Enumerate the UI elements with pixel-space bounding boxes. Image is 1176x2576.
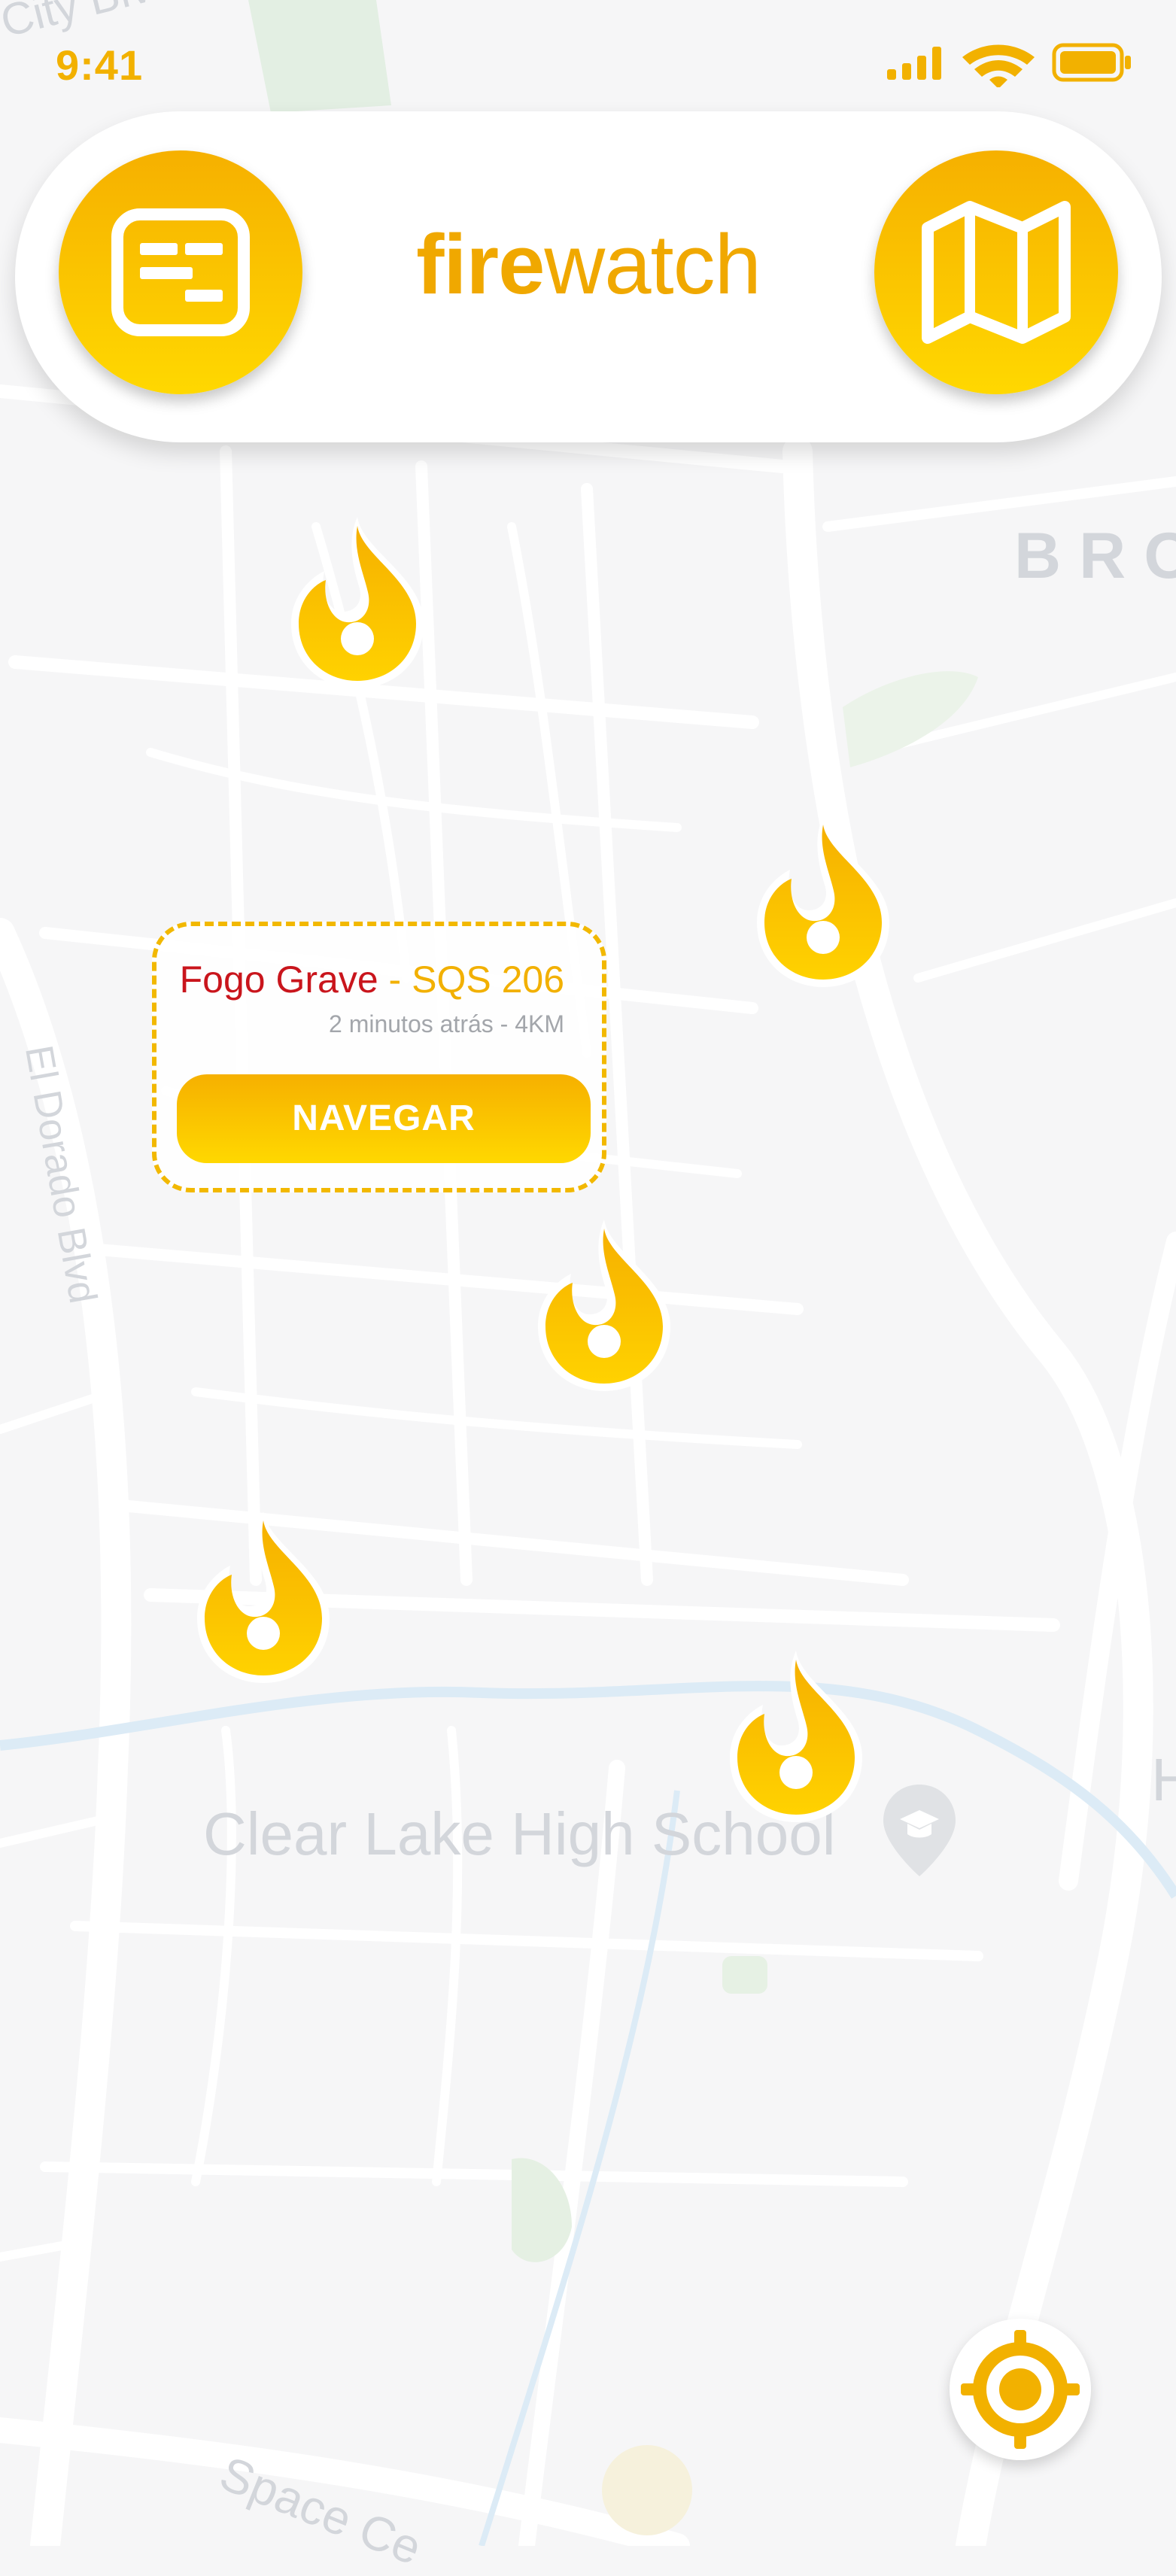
app-header: firewatch [15,111,1162,442]
fire-icon [757,816,889,987]
fire-location: SQS 206 [412,958,564,1001]
fire-marker[interactable] [284,514,431,691]
school-pin-icon[interactable] [880,1782,959,1879]
app-logo-regular: watch [544,217,761,311]
crosshair-locate-icon [961,2330,1080,2449]
fire-icon [291,517,424,688]
locate-me-button[interactable] [950,2319,1091,2460]
signal-icon [887,47,941,80]
fire-icon [538,1220,670,1391]
wifi-icon [962,44,1035,87]
fire-marker[interactable] [749,813,897,990]
map-view-button[interactable] [874,150,1118,394]
map-area-label-bro: BRO [1014,520,1176,592]
status-icons [887,43,1131,87]
fire-severity: Fogo Grave [179,958,378,1001]
fire-marker[interactable] [190,1508,337,1686]
fire-icon [197,1511,330,1683]
map-icon [922,201,1071,344]
popup-title: Fogo Grave - SQS 206 [180,958,564,1001]
map-label-partial-h: H [1151,1746,1176,1813]
navigate-button[interactable]: NAVEGAR [177,1074,591,1163]
fire-meta: 2 minutos atrás - 4KM [329,1010,564,1037]
fire-info-popup: Fogo Grave - SQS 206 2 minutos atrás - 4… [152,922,606,1192]
fire-icon [730,1651,862,1822]
fire-marker[interactable] [530,1217,678,1394]
app-logo-bold: fire [416,217,545,311]
fire-marker[interactable] [722,1648,870,1825]
popup-title-separator: - [378,958,412,1001]
battery-icon [1052,43,1131,82]
status-time: 9:41 [56,41,144,89]
